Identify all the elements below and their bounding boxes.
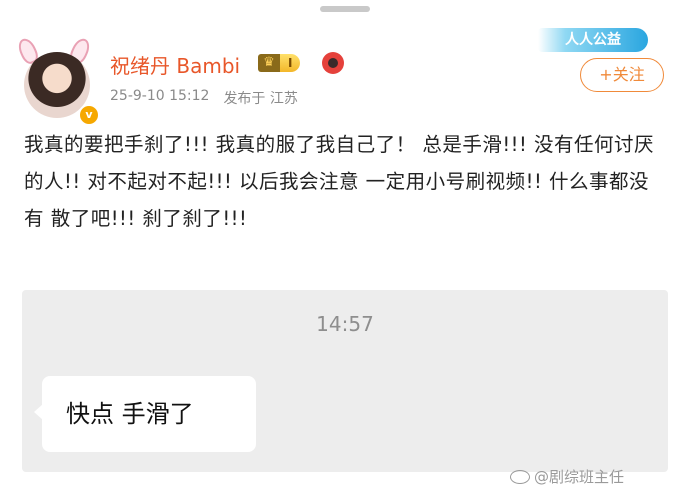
weibo-eye-icon — [510, 469, 530, 484]
chat-message-bubble: 快点 手滑了 — [34, 376, 256, 452]
follow-button[interactable]: +关注 — [580, 58, 664, 92]
post-meta: 25-9-10 15:12 发布于 江苏 — [110, 88, 298, 108]
post-image[interactable]: 14:57 快点 手滑了 — [22, 290, 668, 472]
username[interactable]: 祝绪丹 Bambi — [110, 50, 240, 79]
watermark: @剧综班主任 — [510, 466, 624, 487]
post-text: 我真的要把手刹了!!! 我真的服了我自己了！ 总是手滑!!! 没有任何讨厌的人!… — [24, 133, 654, 230]
post-location: 发布于 江苏 — [223, 91, 298, 107]
fan-badge-icon[interactable] — [322, 52, 344, 74]
watermark-text: @剧综班主任 — [534, 468, 625, 486]
sheet-drag-handle[interactable] — [320, 6, 370, 12]
verified-badge-icon: v — [78, 104, 100, 126]
post-date: 25-9-10 15:12 — [110, 88, 210, 104]
avatar[interactable]: v — [15, 35, 100, 126]
vip-badge[interactable]: ♛ I — [258, 52, 301, 74]
vip-level: I — [280, 54, 301, 72]
chat-timestamp: 14:57 — [316, 312, 374, 336]
crown-icon: ♛ — [258, 54, 280, 72]
public-welfare-badge[interactable]: 人人公益 — [538, 28, 648, 52]
